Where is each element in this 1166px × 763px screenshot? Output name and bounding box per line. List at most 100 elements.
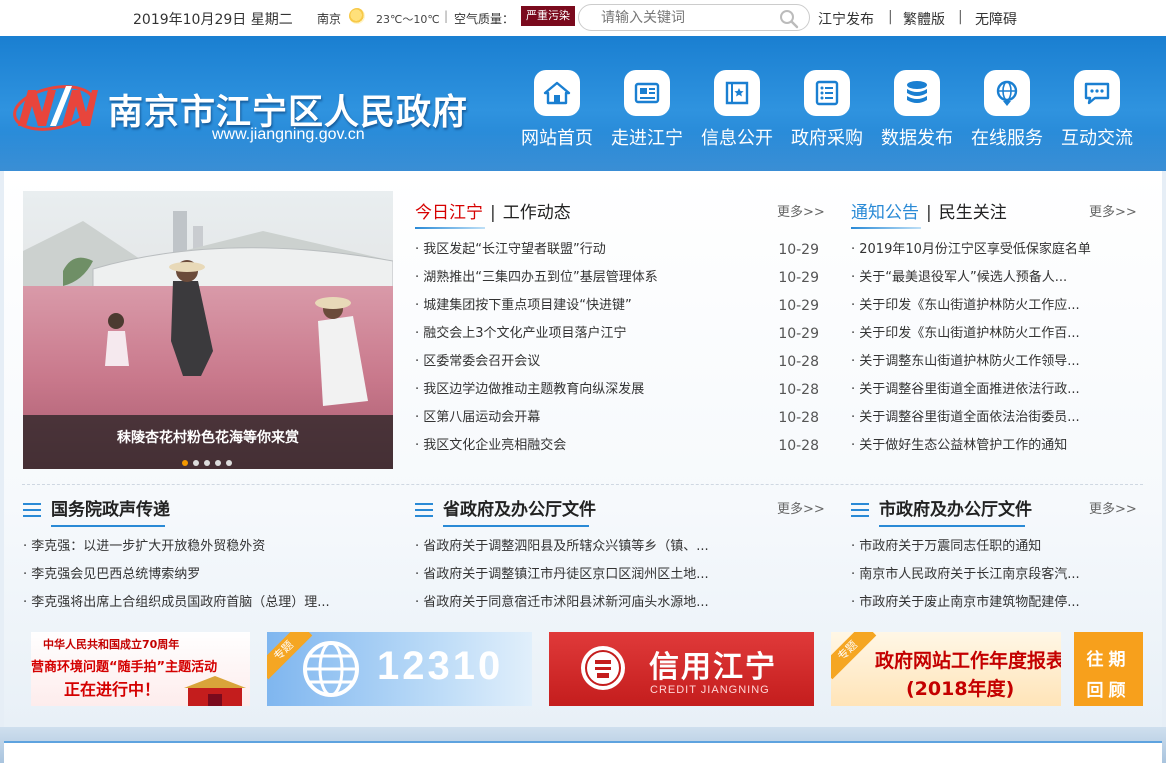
list-item[interactable]: · 关于做好生态公益林管护工作的通知 [851,432,1141,460]
news-date: 10-29 [778,298,819,314]
tab-livelihood[interactable]: 民生关注 [939,203,1007,223]
slider-dot[interactable] [226,460,232,466]
link-accessibility[interactable]: 无障碍 [975,9,1017,29]
section-item-title[interactable]: · 李克强会见巴西总统博索纳罗 [23,561,200,589]
list-item[interactable]: · 关于调整东山街道护林防火工作领导... [851,348,1141,376]
link-jiangning-release[interactable]: 江宁发布 [818,9,874,29]
slider-dot[interactable] [204,460,210,466]
air-quality-label: 空气质量： [454,12,515,26]
home-icon [534,70,580,116]
news-title[interactable]: · 城建集团按下重点项目建设“快进键” [415,292,632,320]
news-title[interactable]: · 区委常委会召开会议 [415,348,540,376]
news-title[interactable]: · 湖熟推出“三集四办五到位”基层管理体系 [415,264,658,292]
list-item[interactable]: · 省政府关于调整镇江市丹徒区京口区润州区土地... [415,561,735,589]
search-input[interactable] [601,9,771,27]
slider-dot[interactable] [215,460,221,466]
section-title[interactable]: 省政府及办公厅文件 [443,500,596,520]
more-link[interactable]: 更多>> [777,498,825,517]
search-icon[interactable] [779,9,799,29]
section-item-title[interactable]: · 市政府关于万震同志任职的通知 [851,533,1041,561]
section-item-title[interactable]: · 南京市人民政府关于长江南京段客汽... [851,561,1080,589]
list-item[interactable]: · 融交会上3个文化产业项目落户江宁 10-29 [415,320,819,348]
list-item[interactable]: · 关于印发《东山街道护林防火工作百... [851,320,1141,348]
nav-home[interactable]: 网站首页 [515,70,599,150]
section-item-title[interactable]: · 李克强：以进一步扩大开放稳外贸稳外资 [23,533,265,561]
list-item[interactable]: · 2019年10月份江宁区享受低保家庭名单 [851,236,1141,264]
list-item[interactable]: · 区委常委会召开会议 10-28 [415,348,819,376]
past-review-button[interactable]: 往期 回顾 [1074,632,1143,706]
tab-work-news[interactable]: 工作动态 [503,203,571,223]
top-bar: 2019年10月29日 星期二 南京 23℃～10℃ | 空气质量： 严重污染 … [0,0,1166,36]
tab-today-jiangning[interactable]: 今日江宁 [415,203,483,223]
notice-title[interactable]: · 关于调整东山街道护林防火工作领导... [851,348,1080,376]
list-item[interactable]: · 湖熟推出“三集四办五到位”基层管理体系 10-29 [415,264,819,292]
slider-caption-bar: 秣陵杏花村粉色花海等你来赏 [23,415,393,469]
section-title[interactable]: 市政府及办公厅文件 [879,500,1032,520]
list-item[interactable]: · 关于“最美退役军人”候选人预备人... [851,264,1141,292]
link-traditional-chinese[interactable]: 繁體版 [903,9,945,29]
banner-business-environment[interactable]: 中华人民共和国成立70周年 营商环境问题“随手拍”主题活动 正在进行中！ [31,632,250,706]
list-item[interactable]: · 李克强将出席上合组织成员国政府首脑（总理）理... [23,589,393,617]
news-title[interactable]: · 我区文化企业亮相融交会 [415,432,566,460]
notice-title[interactable]: · 关于调整谷里街道全面依法治街委员... [851,404,1080,432]
section-item-title[interactable]: · 市政府关于废止南京市建筑物配建停... [851,589,1080,617]
notice-title[interactable]: · 关于做好生态公益林管护工作的通知 [851,432,1067,460]
menu-lines-icon [415,503,433,517]
nav-about[interactable]: 走进江宁 [605,70,689,150]
news-title[interactable]: · 区第八届运动会开幕 [415,404,540,432]
slider-caption[interactable]: 秣陵杏花村粉色花海等你来赏 [23,427,393,447]
menu-lines-icon [851,503,869,517]
news-title[interactable]: · 融交会上3个文化产业项目落户江宁 [415,320,627,348]
nav-info-disclosure[interactable]: 信息公开 [695,70,779,150]
list-item[interactable]: · 区第八届运动会开幕 10-28 [415,404,819,432]
notice-title[interactable]: · 关于印发《东山街道护林防火工作应... [851,292,1080,320]
slider-dot[interactable] [193,460,199,466]
site-url: www.jiangning.gov.cn [212,126,365,143]
nav-procurement[interactable]: 政府采购 [785,70,869,150]
section-item-title[interactable]: · 省政府关于调整泗阳县及所辖众兴镇等乡（镇、... [415,533,709,561]
list-item[interactable]: · 我区发起“长江守望者联盟”行动 10-29 [415,236,819,264]
tab-notices[interactable]: 通知公告 [851,203,919,223]
section-item-title[interactable]: · 省政府关于调整镇江市丹徒区京口区润州区土地... [415,561,709,589]
section-underline [443,525,589,527]
list-item[interactable]: · 李克强会见巴西总统博索纳罗 [23,561,393,589]
notice-title[interactable]: · 关于“最美退役军人”候选人预备人... [851,264,1067,292]
banner-credit-jiangning[interactable]: 信用江宁 CREDIT JIANGNING [549,632,814,706]
nav-data-release[interactable]: 数据发布 [875,70,959,150]
notice-title[interactable]: · 关于印发《东山街道护林防火工作百... [851,320,1080,348]
list-item[interactable]: · 城建集团按下重点项目建设“快进键” 10-29 [415,292,819,320]
list-item[interactable]: · 我区边学边做推动主题教育向纵深发展 10-28 [415,376,819,404]
logo-icon[interactable] [10,76,98,138]
notice-title[interactable]: · 2019年10月份江宁区享受低保家庭名单 [851,236,1091,264]
nav-online-service[interactable]: 在线服务 [965,70,1049,150]
tab-underline [851,227,921,229]
list-item[interactable]: · 省政府关于同意宿迁市沭阳县沭新河庙头水源地... [415,589,735,617]
list-item[interactable]: · 市政府关于废止南京市建筑物配建停... [851,589,1101,617]
book-icon [714,70,760,116]
section-item-title[interactable]: · 李克强将出席上合组织成员国政府首脑（总理）理... [23,589,330,617]
news-title[interactable]: · 我区发起“长江守望者联盟”行动 [415,236,606,264]
section-item-title[interactable]: · 省政府关于同意宿迁市沭阳县沭新河庙头水源地... [415,589,709,617]
banner-12310[interactable]: 专题 12310 [267,632,532,706]
notice-title[interactable]: · 关于调整谷里街道全面推进依法行政... [851,376,1080,404]
site-header: 南京市江宁区人民政府 www.jiangning.gov.cn 网站首页 走进江… [0,36,1166,171]
list-item[interactable]: · 李克强：以进一步扩大开放稳外贸稳外资 [23,533,393,561]
image-slider[interactable]: 秣陵杏花村粉色花海等你来赏 [23,191,393,469]
slider-dot[interactable] [182,460,188,466]
more-link[interactable]: 更多>> [1089,201,1137,220]
list-item[interactable]: · 关于印发《东山街道护林防火工作应... [851,292,1141,320]
list-item[interactable]: · 关于调整谷里街道全面依法治街委员... [851,404,1141,432]
list-item[interactable]: · 我区文化企业亮相融交会 10-28 [415,432,819,460]
list-item[interactable]: · 省政府关于调整泗阳县及所辖众兴镇等乡（镇、... [415,533,735,561]
news-title[interactable]: · 我区边学边做推动主题教育向纵深发展 [415,376,644,404]
section-title[interactable]: 国务院政声传递 [51,500,170,520]
nav-interaction[interactable]: 互动交流 [1055,70,1139,150]
list-item[interactable]: · 南京市人民政府关于长江南京段客汽... [851,561,1101,589]
more-link[interactable]: 更多>> [1089,498,1137,517]
news-date: 10-29 [778,326,819,342]
list-item[interactable]: · 关于调整谷里街道全面推进依法行政... [851,376,1141,404]
more-link[interactable]: 更多>> [777,201,825,220]
list-item[interactable]: · 市政府关于万震同志任职的通知 [851,533,1101,561]
banner-annual-report[interactable]: 专题 政府网站工作年度报表 (2018年度) [831,632,1061,706]
section-list: · 李克强：以进一步扩大开放稳外贸稳外资 · 李克强会见巴西总统博索纳罗 · 李… [23,533,393,617]
